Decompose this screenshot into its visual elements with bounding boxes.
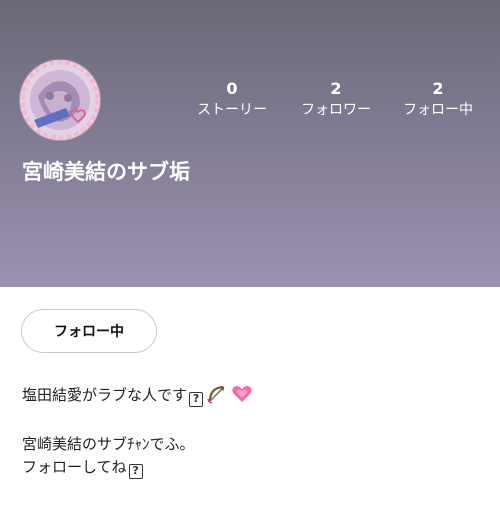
missing-glyph-icon: ?: [128, 464, 143, 479]
profile-bio: 塩田結愛がラブな人です? 宮崎美結のサブﾁｬﾝでふ。 フォローしてね?: [22, 384, 482, 479]
bio-line-1: 塩田結愛がラブな人です?: [22, 384, 482, 411]
avatar[interactable]: [20, 60, 100, 140]
profile-stats: 0 ストーリー 2 フォロワー 2 フォロー中: [180, 78, 490, 126]
growing-heart-icon: [231, 384, 253, 411]
followers-count-value: 2: [330, 79, 342, 98]
bio-line-3-text: フォローしてね: [22, 458, 127, 476]
following-count-value: 2: [432, 79, 444, 98]
bow-and-arrow-icon: [207, 384, 229, 411]
followers-count-label: フォロワー: [301, 102, 371, 118]
bio-line-3: フォローしてね?: [22, 456, 482, 479]
avatar-image: [20, 60, 100, 140]
following-count[interactable]: 2 フォロー中: [386, 78, 490, 120]
profile-header: 0 ストーリー 2 フォロワー 2 フォロー中 宮崎美結のサブ垢: [0, 0, 500, 287]
stories-count-label: ストーリー: [197, 102, 267, 118]
profile-page: 0 ストーリー 2 フォロワー 2 フォロー中 宮崎美結のサブ垢 フォロー中 塩…: [0, 0, 500, 512]
following-button[interactable]: フォロー中: [21, 309, 157, 353]
followers-count[interactable]: 2 フォロワー: [284, 78, 388, 120]
stories-count[interactable]: 0 ストーリー: [180, 78, 284, 120]
bio-line-2: 宮崎美結のサブﾁｬﾝでふ。: [22, 435, 195, 453]
missing-glyph-icon: ?: [189, 392, 204, 407]
profile-name: 宮崎美結のサブ垢: [22, 160, 190, 184]
stories-count-value: 0: [226, 79, 238, 98]
following-count-label: フォロー中: [403, 102, 473, 118]
bio-line-1-text: 塩田結愛がラブな人です: [22, 386, 188, 404]
